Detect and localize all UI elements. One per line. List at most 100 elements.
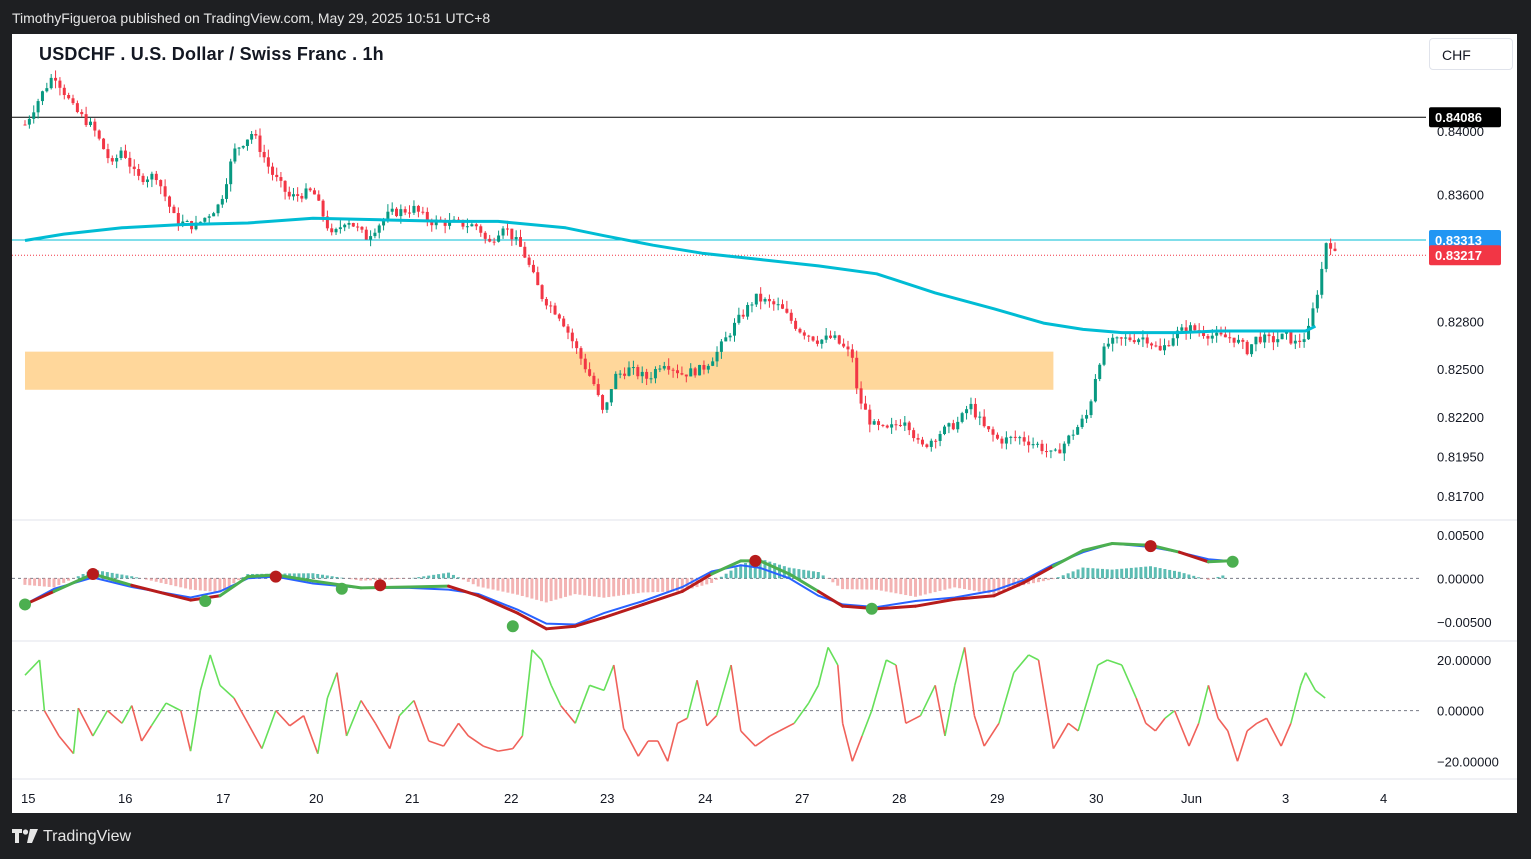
time-tick-label: 30 xyxy=(1089,791,1103,806)
candle-body xyxy=(1132,340,1136,343)
macd-histogram-bar xyxy=(442,573,446,579)
oscillator-segment xyxy=(696,680,708,726)
chart-svg[interactable]: 0.840000.836000.828000.825000.822000.819… xyxy=(12,34,1517,813)
candle-body xyxy=(360,226,364,230)
candle-body xyxy=(207,216,211,218)
tradingview-logo-icon xyxy=(12,829,38,843)
candle-body xyxy=(575,341,579,349)
macd-histogram-bar xyxy=(1173,570,1176,579)
macd-histogram-bar xyxy=(1192,575,1196,579)
candle-body xyxy=(724,337,728,342)
macd-histogram-bar xyxy=(193,578,197,590)
oscillator-segment xyxy=(482,745,499,752)
candle-body xyxy=(566,326,570,333)
macd-histogram-bar xyxy=(1041,578,1045,582)
candle-body xyxy=(479,226,483,233)
chart-panel[interactable]: 0.84000 0.83600 0.82800 0.82500 0.82200 0.819… xyxy=(12,34,1517,813)
macd-histogram-bar xyxy=(321,574,324,579)
candle-body xyxy=(220,198,224,205)
oscillator-segment xyxy=(657,740,669,762)
candle-body xyxy=(1031,444,1035,446)
macd-histogram-bar xyxy=(626,578,630,595)
candle-body xyxy=(154,173,158,181)
candle-body xyxy=(237,147,241,149)
oscillator-segment xyxy=(560,705,576,724)
macd-histogram-bar xyxy=(1168,569,1172,579)
macd-histogram-bar xyxy=(889,578,893,593)
time-tick-label: 21 xyxy=(405,791,419,806)
time-tick-label: 20 xyxy=(309,791,323,806)
candle-body xyxy=(943,426,947,435)
time-tick-label: 27 xyxy=(795,791,809,806)
oscillator-segment xyxy=(1256,717,1267,725)
macd-histogram-bar xyxy=(607,578,611,598)
macd-histogram-bar xyxy=(734,567,738,579)
candle-body xyxy=(403,209,407,213)
macd-histogram-bar xyxy=(953,578,957,588)
macd-histogram-bar xyxy=(227,578,231,587)
oscillator-segment xyxy=(140,725,153,742)
candle-body xyxy=(300,195,304,199)
macd-histogram-bar xyxy=(855,578,859,590)
candle-body xyxy=(1293,340,1297,344)
macd-histogram-bar xyxy=(388,578,392,580)
macd-histogram-bar xyxy=(564,578,567,597)
macd-histogram-bar xyxy=(1061,575,1065,579)
candle-body xyxy=(636,367,640,377)
candle-body xyxy=(497,235,501,242)
candle-body xyxy=(1150,343,1154,346)
macd-histogram-bar xyxy=(422,576,426,579)
oscillator-segment xyxy=(827,646,839,666)
macd-histogram-bar xyxy=(432,574,436,579)
candle-body xyxy=(798,328,802,333)
oscillator-segment xyxy=(851,735,863,762)
macd-line-segment xyxy=(476,594,520,615)
macd-histogram-bar xyxy=(826,578,830,579)
candle-body xyxy=(623,373,627,376)
candle-body xyxy=(229,161,233,185)
oscillator-segment xyxy=(1246,722,1258,732)
candle-body xyxy=(1067,435,1071,444)
candle-body xyxy=(296,194,300,196)
time-tick-label: 23 xyxy=(600,791,614,806)
macd-histogram-bar xyxy=(149,578,153,581)
macd-histogram-bar xyxy=(506,578,510,593)
macd-histogram-bar xyxy=(943,578,947,590)
candle-body xyxy=(32,112,36,119)
macd-histogram-bar xyxy=(476,578,480,587)
macd-histogram-bar xyxy=(57,578,61,586)
macd-histogram-bar xyxy=(622,578,625,596)
macd-histogram-bar xyxy=(179,578,183,588)
crossover-dot xyxy=(19,598,31,611)
macd-histogram-bar xyxy=(491,578,495,590)
candle-body xyxy=(785,308,789,313)
candle-body xyxy=(351,222,355,227)
macd-histogram-bar xyxy=(899,578,903,595)
candle-body xyxy=(312,190,316,195)
currency-button[interactable]: CHF xyxy=(1429,38,1513,70)
macd-histogram-bar xyxy=(641,578,645,593)
candle-body xyxy=(912,430,916,439)
candle-body xyxy=(737,314,741,323)
candle-body xyxy=(523,246,527,258)
oscillator-segment xyxy=(106,710,123,724)
candle-body xyxy=(123,150,127,158)
crossover-dot xyxy=(506,620,519,633)
candle-body xyxy=(684,374,688,377)
oscillator-segment xyxy=(1227,730,1239,762)
macd-histogram-bar xyxy=(1115,569,1119,579)
macd-histogram-bar xyxy=(549,578,553,602)
macd-histogram-bar xyxy=(447,572,450,579)
candle-body xyxy=(1098,364,1102,379)
candle-body xyxy=(1232,337,1236,343)
oscillator-segment xyxy=(92,710,109,737)
candle-body xyxy=(1298,340,1302,342)
candle-body xyxy=(262,151,266,158)
footer-brand[interactable]: TradingView xyxy=(43,828,131,846)
candle-body xyxy=(859,388,863,404)
oscillator-segment xyxy=(121,705,133,724)
macd-histogram-bar xyxy=(203,578,207,591)
macd-histogram-bar xyxy=(918,578,922,596)
macd-histogram-bar xyxy=(963,578,966,590)
candle-body xyxy=(728,335,732,338)
